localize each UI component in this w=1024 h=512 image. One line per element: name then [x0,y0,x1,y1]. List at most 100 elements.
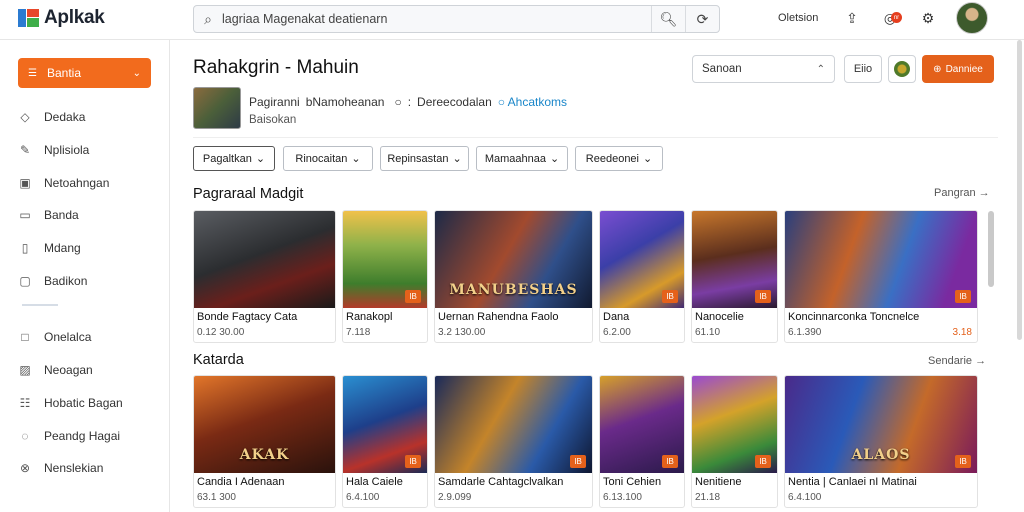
primary-action-button[interactable]: ⊕ Danniee [922,55,994,83]
game-thumbnail: IB [343,211,427,308]
game-title: Nanocelie [695,311,744,323]
game-card[interactable]: IB Toni Cehien 6.13.100 [599,375,685,508]
see-all-label: Pangran [934,187,976,199]
chevron-down-icon: ⌄ [452,153,462,165]
game-card[interactable]: AKAK Candia I Adenaan 63.1 300 [193,375,336,508]
sidebar-item-active[interactable]: ☰ Bantia ⌄ [18,58,151,88]
game-card[interactable]: IB Dana 6.2.00 [599,210,685,343]
game-title: Hala Caiele [346,476,403,488]
sidebar-item-banda[interactable]: ▭ Banda [18,203,158,227]
game-title: Toni Cehien [603,476,662,488]
game-thumbnail: IB [600,211,684,308]
box-icon: □ [21,330,29,344]
sidebar-item-badikon[interactable]: ▢ Badikon [18,269,158,293]
grid-icon: ▣ [19,176,31,190]
filter-chip-label: Rinocaitan [295,152,348,165]
game-card[interactable]: IB Hala Caiele 6.4.100 [342,375,428,508]
search-bar[interactable]: ⌕ lagriaa Magenakat deatienarn 🔍︎ ⟳ [193,5,720,33]
channel-name[interactable]: Pagiranni [249,95,300,109]
filter-chip[interactable]: Repinsastan ⌄ [380,146,469,171]
game-meta: 61.10 [695,327,721,338]
sidebar-item-label: Mdang [44,241,81,255]
page-scrollbar[interactable] [1017,40,1022,340]
game-card[interactable]: IB Nanocelie 61.10 [691,210,778,343]
edit-icon: ✎ [19,143,31,157]
app-logo[interactable]: Aplkak [18,7,105,29]
sidebar-item-label: Dedaka [44,110,86,124]
sidebar-item-netoahngan[interactable]: ▣ Netoahngan [18,171,158,195]
top-bar: Aplkak ⌕ lagriaa Magenakat deatienarn 🔍︎… [0,0,1024,40]
filter-chip[interactable]: Pagaltkan ⌄ [193,146,275,171]
game-card[interactable]: IB Samdarle Cahtagclvalkan 2.9.099 [434,375,593,508]
game-thumbnail: AKAK [194,376,335,473]
card-icon: ▭ [19,208,31,222]
sidebar-item-neoagan[interactable]: ▨ Neoagan [18,358,158,382]
game-card[interactable]: MANUBESHAS Uernan Rahendna Faolo 3.2 130… [434,210,593,343]
game-tag: IB [570,455,586,468]
game-title: Uernan Rahendna Faolo [438,311,559,323]
sort-select[interactable]: Sanoan ⌃ [692,55,835,83]
game-title: Ranakopl [346,311,393,323]
game-tag: IB [955,455,971,468]
game-card[interactable]: IB Nenitiene 21.18 [691,375,778,508]
sidebar-item-nenslekian[interactable]: ⊗ Nenslekian [18,456,158,480]
game-meta: 6.13.100 [603,492,642,503]
section-see-all-link[interactable]: Sendarie → [928,355,986,367]
sidebar-item-label: Badikon [44,274,88,288]
filter-small-button[interactable]: Eiio [844,55,882,83]
sidebar-item-hobatic-bagan[interactable]: ☷ Hobatic Bagan [18,391,158,415]
section-see-all-link[interactable]: Pangran → [934,187,990,199]
filter-chip[interactable]: Mamaahnaa ⌄ [476,146,568,171]
sidebar-item-mdang[interactable]: ▯ Mdang [18,236,158,260]
filter-chip[interactable]: Reedeonei ⌄ [575,146,663,171]
search-input[interactable]: lagriaa Magenakat deatienarn [222,12,651,26]
game-card[interactable]: IB Ranakopl 7.118 [342,210,428,343]
sidebar-item-label: Onelalca [44,330,92,344]
game-character-button[interactable] [888,55,916,83]
game-meta: 6.4.100 [788,492,822,503]
game-tag: IB [405,290,421,303]
logo-icon [18,7,40,29]
topnav-label[interactable]: Oletsion [778,0,818,36]
game-thumbnail: MANUBESHAS [435,211,592,308]
image-icon: ▨ [19,363,31,377]
sort-select-value: Sanoan [702,63,742,75]
sidebar-item-label: Banda [44,208,79,222]
game-title: Dana [603,311,630,323]
channel-link[interactable]: ○ Ahcatkoms [498,95,567,109]
game-meta: 6.1.390 [788,327,822,338]
plus-icon: ⊕ [933,63,942,75]
game-meta: 0.12 30.00 [197,327,245,338]
sidebar-item-nplisiola[interactable]: ✎ Nplisiola [18,138,158,162]
radio-icon[interactable]: ○ [394,95,401,109]
game-meta: 21.18 [695,492,721,503]
settings-icon[interactable]: ⚙ [918,8,938,28]
sidebar-item-onelalca[interactable]: □ Onelalca [18,325,158,349]
game-card[interactable]: Bonde Fagtacy Cata 0.12 30.00 [193,210,336,343]
search-submit-button[interactable]: 🔍︎ [651,6,685,32]
game-logo-text: AKAK [239,447,290,463]
game-card[interactable]: IB Koncinnarconka Toncnelce 6.1.390 3.18 [784,210,978,343]
notification-icon[interactable]: ◎ nr [880,8,902,28]
history-button[interactable]: ⟳ [685,6,719,32]
upload-icon[interactable]: ⇪ [842,8,862,28]
user-avatar[interactable] [956,2,988,34]
game-meta-extra: 3.18 [952,327,972,338]
sidebar-item-peandg-hagai[interactable]: ◌ Peandg Hagai [18,424,158,448]
game-card[interactable]: ALAOS IB Nentia | Canlaei nI Matinai 6.4… [784,375,978,508]
channel-thumbnail[interactable] [193,87,241,129]
user-icon: ◌ [21,429,29,443]
sidebar: ☰ Bantia ⌄ ◇ Dedaka ✎ Nplisiola ▣ Netoah… [0,40,170,512]
filter-chip[interactable]: Rinocaitan ⌄ [283,146,373,171]
search-icon: ⌕ [204,10,212,27]
game-thumbnail: IB [343,376,427,473]
sidebar-item-label: Nenslekian [44,461,104,475]
sidebar-item-label: Neoagan [44,363,93,377]
carousel-scrollbar[interactable] [988,211,994,287]
game-tag: IB [755,455,771,468]
sidebar-divider [22,304,58,306]
game-logo-text: MANUBESHAS [449,282,578,298]
game-title: Nentia | Canlaei nI Matinai [788,476,917,488]
sidebar-item-dedaka[interactable]: ◇ Dedaka [18,105,158,129]
chevron-down-icon: ⌄ [255,153,266,165]
